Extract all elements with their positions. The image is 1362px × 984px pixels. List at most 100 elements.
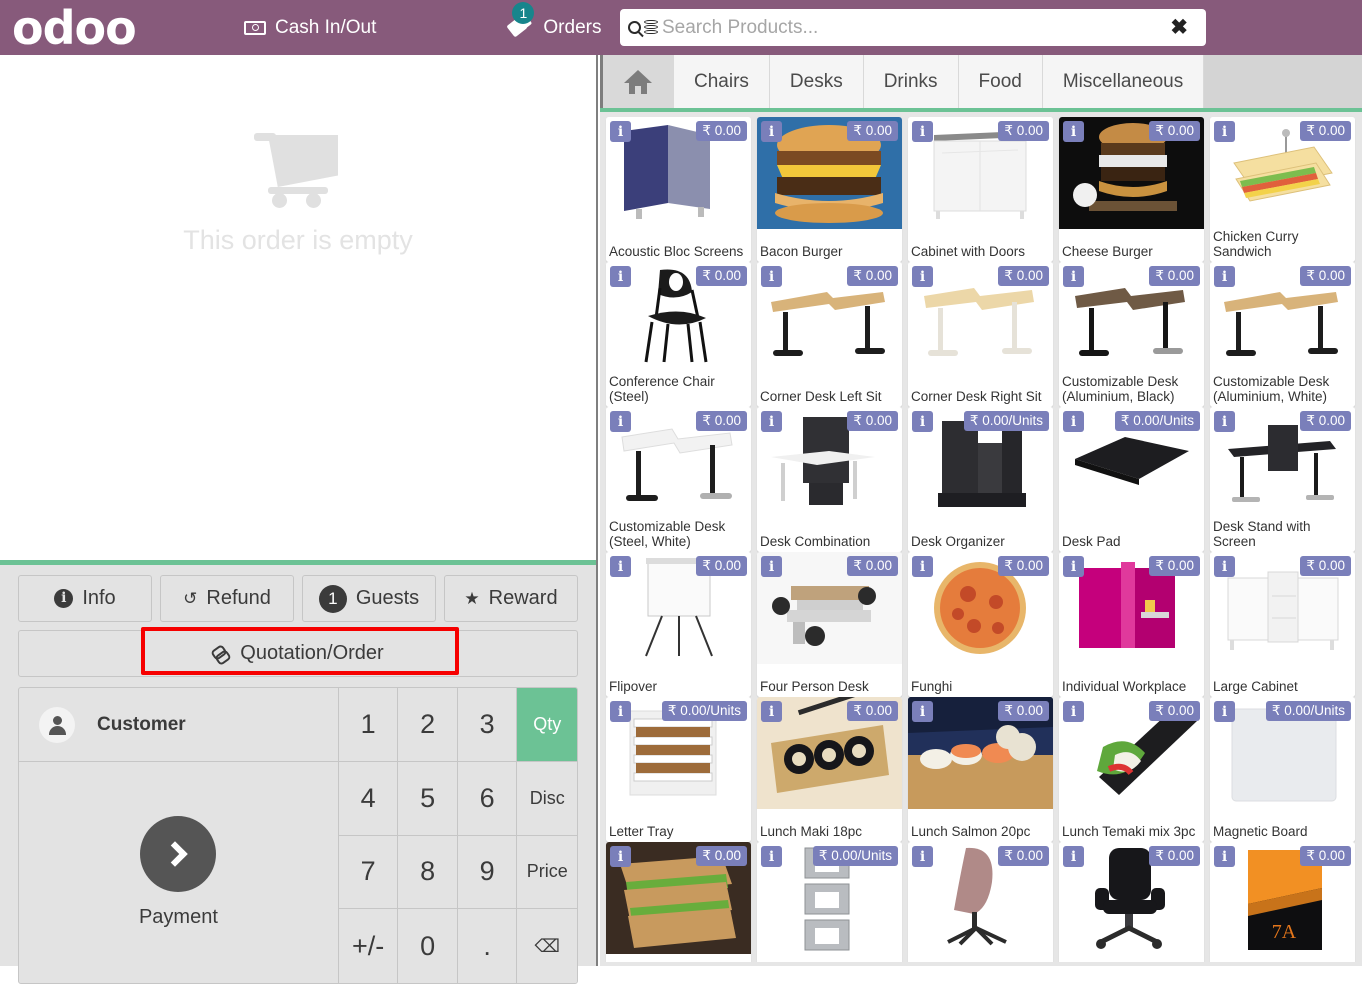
product-card[interactable]: i ₹ 0.00 Conference Chair (Steel) xyxy=(606,262,751,407)
numpad-key-1[interactable]: 1 xyxy=(338,688,399,762)
guests-button[interactable]: 1 Guests xyxy=(302,575,436,622)
quotation-order-button[interactable]: Quotation/Order xyxy=(18,630,578,677)
search-clear-button[interactable]: ✖ xyxy=(1152,15,1206,40)
search-input[interactable] xyxy=(658,16,1153,39)
product-info-icon[interactable]: i xyxy=(912,846,933,867)
product-card[interactable]: i ₹ 0.00/Units xyxy=(757,842,902,962)
product-card[interactable]: i ₹ 0.00 Acoustic Bloc Screens xyxy=(606,117,751,262)
product-card[interactable]: i ₹ 0.00 Cabinet with Doors xyxy=(908,117,1053,262)
info-button[interactable]: i Info xyxy=(18,575,152,622)
category-desks[interactable]: Desks xyxy=(769,55,864,108)
product-info-icon[interactable]: i xyxy=(610,846,631,867)
refund-button[interactable]: ↺ Refund xyxy=(160,575,294,622)
numpad-key-Disc[interactable]: Disc xyxy=(517,761,577,836)
category-home[interactable] xyxy=(600,55,674,108)
product-info-icon[interactable]: i xyxy=(610,411,631,432)
product-card[interactable]: i ₹ 0.00/Units Desk Organizer xyxy=(908,407,1053,552)
product-card[interactable]: i ₹ 0.00 Four Person Desk xyxy=(757,552,902,697)
odoo-logo[interactable]: odoo xyxy=(0,5,232,51)
numpad-key-2[interactable]: 2 xyxy=(398,688,458,762)
product-info-icon[interactable]: i xyxy=(610,701,631,722)
product-info-icon[interactable]: i xyxy=(1214,121,1235,142)
product-info-icon[interactable]: i xyxy=(1214,411,1235,432)
product-card[interactable]: i ₹ 0.00 xyxy=(908,842,1053,962)
numpad-key-Qty[interactable]: Qty xyxy=(517,688,577,762)
customer-button[interactable]: Customer xyxy=(19,688,338,762)
product-info-icon[interactable]: i xyxy=(761,846,782,867)
product-card[interactable]: i ₹ 0.00 Customizable Desk (Steel, White) xyxy=(606,407,751,552)
product-info-icon[interactable]: i xyxy=(1214,556,1235,577)
product-info-icon[interactable]: i xyxy=(610,266,631,287)
product-card[interactable]: i ₹ 0.00 Funghi xyxy=(908,552,1053,697)
numpad-key-5[interactable]: 5 xyxy=(398,761,458,836)
product-info-icon[interactable]: i xyxy=(1214,846,1235,867)
product-card[interactable]: i ₹ 0.00 xyxy=(1059,842,1204,962)
product-info-icon[interactable]: i xyxy=(761,556,782,577)
product-info-icon[interactable]: i xyxy=(912,411,933,432)
numpad-key-[interactable]: +/- xyxy=(338,909,399,983)
orders-button[interactable]: 1 Orders xyxy=(496,0,613,55)
category-drinks[interactable]: Drinks xyxy=(863,55,959,108)
product-info-icon[interactable]: i xyxy=(1214,701,1235,722)
cash-in-out-button[interactable]: Cash In/Out xyxy=(232,0,388,55)
product-card[interactable]: i ₹ 0.00 Desk Stand with Screen xyxy=(1210,407,1355,552)
product-info-icon[interactable]: i xyxy=(761,121,782,142)
category-chairs[interactable]: Chairs xyxy=(674,55,770,108)
product-card[interactable]: 7Ai₹ 0.00Office Design xyxy=(1210,842,1355,962)
product-card[interactable]: i ₹ 0.00/Units Magnetic Board xyxy=(1210,697,1355,842)
avatar xyxy=(39,706,75,743)
numpad-key-4[interactable]: 4 xyxy=(338,761,399,836)
numpad-key-3[interactable]: 3 xyxy=(457,688,518,762)
product-info-icon[interactable]: i xyxy=(1214,266,1235,287)
numpad-key-8[interactable]: 8 xyxy=(398,835,458,910)
product-info-icon[interactable]: i xyxy=(912,556,933,577)
product-price: ₹ 0.00/Units xyxy=(963,411,1049,431)
product-card[interactable]: i ₹ 0.00 Bacon Burger xyxy=(757,117,902,262)
product-info-icon[interactable]: i xyxy=(1063,121,1084,142)
product-card[interactable]: i ₹ 0.00 Flipover xyxy=(606,552,751,697)
product-card[interactable]: i ₹ 0.00 Lunch Temaki mix 3pc xyxy=(1059,697,1204,842)
numpad-key-Price[interactable]: Price xyxy=(517,835,577,910)
search-bar[interactable]: ✖ xyxy=(620,9,1206,46)
product-info-icon[interactable]: i xyxy=(1063,266,1084,287)
product-card[interactable]: i ₹ 0.00/Units Letter Tray xyxy=(606,697,751,842)
cash-in-out-label: Cash In/Out xyxy=(275,16,377,38)
product-card[interactable]: i ₹ 0.00 Large Cabinet xyxy=(1210,552,1355,697)
category-miscellaneous[interactable]: Miscellaneous xyxy=(1042,55,1205,108)
product-card[interactable]: i ₹ 0.00/Units Desk Pad xyxy=(1059,407,1204,552)
product-card[interactable]: i ₹ 0.00 Lunch Salmon 20pc xyxy=(908,697,1053,842)
numpad-key-9[interactable]: 9 xyxy=(457,835,518,910)
product-info-icon[interactable]: i xyxy=(761,411,782,432)
reward-button[interactable]: ★ Reward xyxy=(444,575,578,622)
product-info-icon[interactable]: i xyxy=(1063,846,1084,867)
product-info-icon[interactable]: i xyxy=(1063,411,1084,432)
product-name: Acoustic Bloc Screens xyxy=(606,244,751,262)
product-card[interactable]: i ₹ 0.00 xyxy=(606,842,751,962)
product-info-icon[interactable]: i xyxy=(1063,701,1084,722)
product-info-icon[interactable]: i xyxy=(761,701,782,722)
product-card[interactable]: i ₹ 0.00 Individual Workplace xyxy=(1059,552,1204,697)
numpad-key-6[interactable]: 6 xyxy=(457,761,518,836)
numpad-key-[interactable]: . xyxy=(457,909,518,983)
product-card[interactable]: i ₹ 0.00 Customizable Desk (Aluminium, Whi… xyxy=(1210,262,1355,407)
product-info-icon[interactable]: i xyxy=(912,701,933,722)
product-info-icon[interactable]: i xyxy=(912,266,933,287)
product-info-icon[interactable]: i xyxy=(610,556,631,577)
product-info-icon[interactable]: i xyxy=(1063,556,1084,577)
product-card[interactable]: i ₹ 0.00 Corner Desk Right Sit xyxy=(908,262,1053,407)
payment-button[interactable]: Payment xyxy=(19,762,338,983)
numpad-key-0[interactable]: 0 xyxy=(398,909,458,983)
product-card[interactable]: i ₹ 0.00 Lunch Maki 18pc xyxy=(757,697,902,842)
product-card[interactable]: i ₹ 0.00 Customizable Desk (Aluminium, Bla… xyxy=(1059,262,1204,407)
product-name: Bacon Burger xyxy=(757,244,902,262)
numpad-key-[interactable]: ⌫ xyxy=(517,909,577,983)
product-card[interactable]: i ₹ 0.00 Desk Combination xyxy=(757,407,902,552)
numpad-key-7[interactable]: 7 xyxy=(338,835,399,910)
product-card[interactable]: i ₹ 0.00 Chicken Curry Sandwich xyxy=(1210,117,1355,262)
product-info-icon[interactable]: i xyxy=(761,266,782,287)
product-info-icon[interactable]: i xyxy=(912,121,933,142)
product-card[interactable]: i ₹ 0.00 Cheese Burger xyxy=(1059,117,1204,262)
product-card[interactable]: i ₹ 0.00 Corner Desk Left Sit xyxy=(757,262,902,407)
product-info-icon[interactable]: i xyxy=(610,121,631,142)
category-food[interactable]: Food xyxy=(958,55,1043,108)
